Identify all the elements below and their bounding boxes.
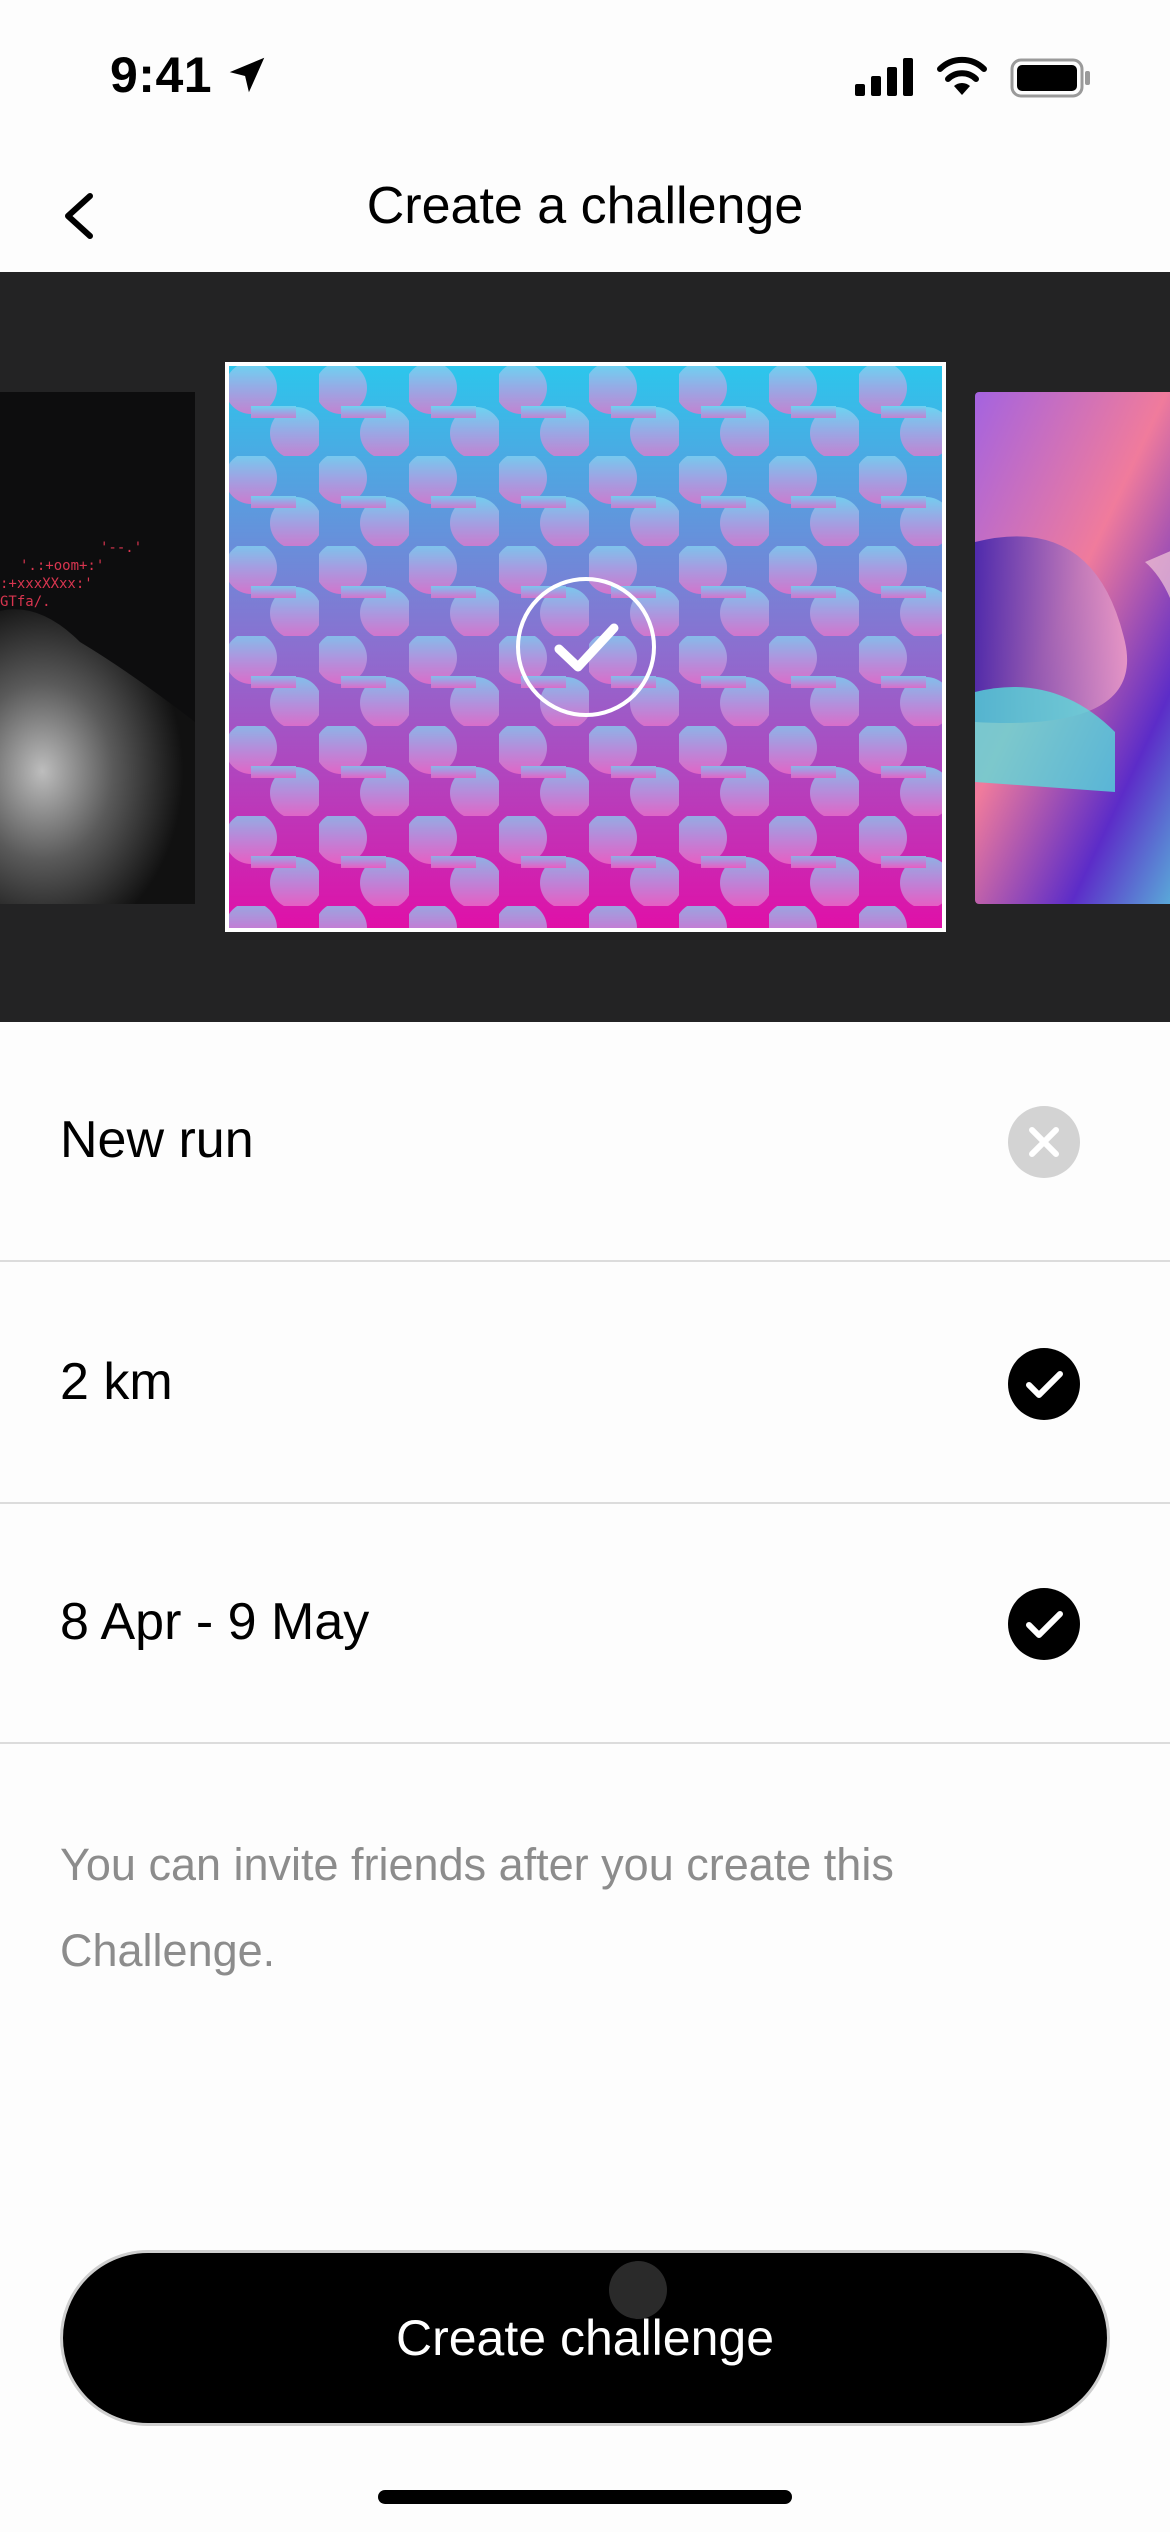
invite-info-text: You can invite friends after you create … bbox=[60, 1839, 894, 1976]
status-time: 9:41 bbox=[110, 47, 213, 103]
create-challenge-button[interactable]: Create challenge bbox=[60, 2250, 1110, 2426]
home-indicator[interactable] bbox=[378, 2490, 792, 2504]
touch-indicator-dot bbox=[609, 2261, 667, 2319]
cover-carousel[interactable]: '--.' '.:+oom+:' :+xxxXXxx:' GTfa/. bbox=[0, 272, 1170, 1022]
cover-option-dark[interactable]: '--.' '.:+oom+:' :+xxxXXxx:' GTfa/. bbox=[0, 392, 195, 904]
svg-text:'.:+oom+:': '.:+oom+:' bbox=[20, 558, 104, 574]
cover-option-selected[interactable] bbox=[225, 362, 946, 932]
battery-icon bbox=[1010, 58, 1090, 98]
cellular-signal-icon bbox=[855, 58, 913, 96]
svg-text::+xxxXXxx:': :+xxxXXxx:' bbox=[0, 576, 93, 592]
create-challenge-label: Create challenge bbox=[395, 2310, 775, 2366]
distance-label: 2 km bbox=[60, 1353, 173, 1411]
check-icon bbox=[1008, 1348, 1080, 1420]
cover-option-gradient[interactable] bbox=[975, 392, 1170, 904]
cover-gradient-artwork bbox=[975, 392, 1170, 904]
date-range-label: 8 Apr - 9 May bbox=[60, 1593, 370, 1651]
cover-dark-artwork: '--.' '.:+oom+:' :+xxxXXxx:' GTfa/. bbox=[0, 392, 195, 904]
status-bar: 9:41 bbox=[0, 0, 1170, 150]
svg-text:GTfa/.: GTfa/. bbox=[0, 594, 51, 610]
nav-bar: Create a challenge bbox=[0, 150, 1170, 272]
location-arrow-icon bbox=[229, 57, 265, 93]
selected-check-icon bbox=[516, 577, 656, 717]
challenge-name-row[interactable]: New run bbox=[0, 1022, 1170, 1262]
clear-icon[interactable] bbox=[1008, 1106, 1080, 1178]
wifi-icon bbox=[937, 56, 987, 95]
challenge-name-label: New run bbox=[60, 1111, 254, 1169]
svg-text:'--.': '--.' bbox=[100, 540, 142, 556]
date-range-row[interactable]: 8 Apr - 9 May bbox=[0, 1504, 1170, 1744]
page-title: Create a challenge bbox=[366, 177, 804, 235]
check-icon bbox=[1008, 1588, 1080, 1660]
distance-row[interactable]: 2 km bbox=[0, 1264, 1170, 1504]
